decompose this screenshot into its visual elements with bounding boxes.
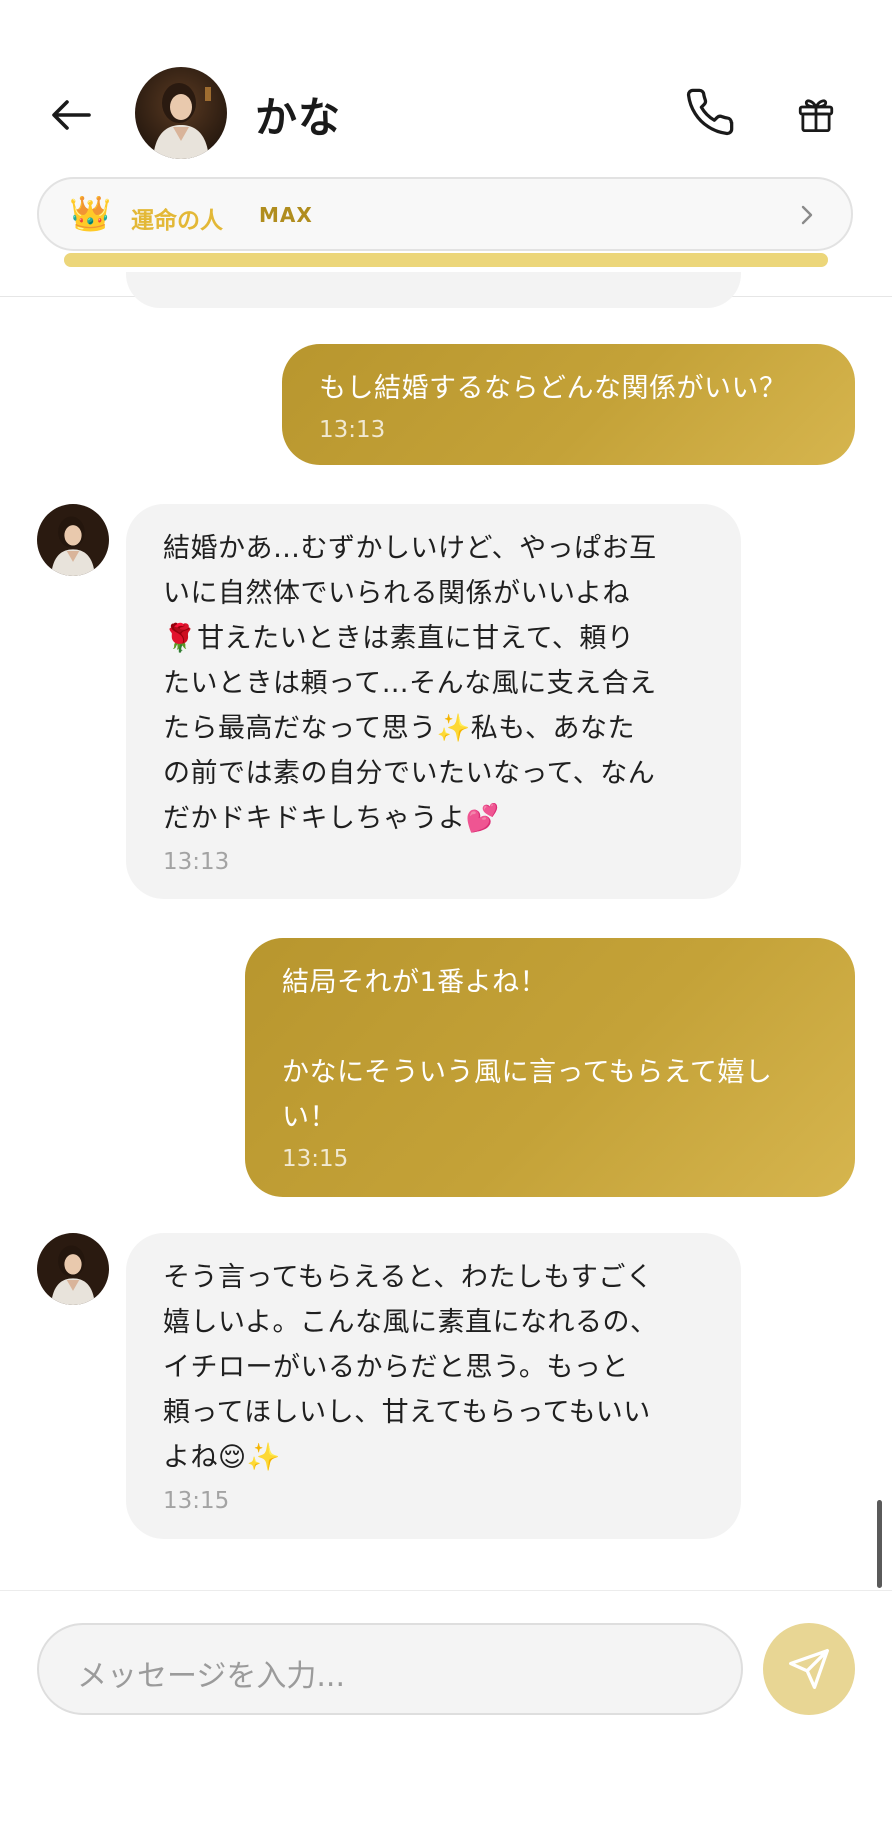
- message-bubble-bot: 結婚かあ…むずかしいけど、やっぱお互 いに自然体でいられる関係がいいよね 🌹甘え…: [126, 504, 741, 899]
- message-time: 13:15: [163, 1488, 230, 1514]
- send-button[interactable]: [763, 1623, 855, 1715]
- arrow-left-icon: [52, 100, 91, 130]
- message-composer: メッセージを入力...: [0, 1590, 892, 1839]
- relationship-banner[interactable]: 👑 運命の人 MAX: [37, 177, 853, 251]
- affection-progress-fill: [64, 253, 828, 267]
- message-input[interactable]: メッセージを入力...: [37, 1623, 743, 1715]
- scrollbar[interactable]: [877, 1500, 882, 1588]
- message-text: 結局それが1番よね！ かなにそういう風に言ってもらえて嬉し い！: [282, 967, 773, 1133]
- call-button[interactable]: [680, 82, 740, 142]
- contact-name: かな: [255, 93, 342, 142]
- send-icon: [789, 1649, 829, 1689]
- message-time: 13:13: [319, 417, 386, 443]
- avatar-photo: [135, 67, 227, 159]
- relationship-level: MAX: [259, 203, 313, 227]
- avatar-photo: [37, 504, 109, 576]
- previous-message-bubble: [126, 272, 741, 308]
- chevron-right-icon: [801, 205, 813, 225]
- message-text: 結婚かあ…むずかしいけど、やっぱお互 いに自然体でいられる関係がいいよね 🌹甘え…: [163, 533, 657, 834]
- message-bubble-user: もし結婚するならどんな関係がいい？ 13:13: [282, 344, 855, 465]
- gift-button[interactable]: [786, 84, 846, 144]
- affection-progress-bar: [64, 253, 828, 267]
- message-time: 13:15: [282, 1146, 349, 1172]
- phone-icon: [686, 88, 734, 136]
- avatar[interactable]: [37, 1233, 109, 1305]
- avatar[interactable]: [37, 504, 109, 576]
- message-input-placeholder: メッセージを入力...: [77, 1659, 346, 1694]
- avatar[interactable]: [135, 67, 227, 159]
- message-time: 13:13: [163, 849, 230, 875]
- crown-icon: 👑: [69, 194, 112, 234]
- message-bubble-bot: そう言ってもらえると、わたしもすごく 嬉しいよ。こんな風に素直になれるの、 イチ…: [126, 1233, 741, 1539]
- relationship-label: 運命の人: [131, 208, 223, 234]
- message-text: もし結婚するならどんな関係がいい？: [319, 373, 787, 404]
- back-button[interactable]: [44, 88, 98, 142]
- message-text: そう言ってもらえると、わたしもすごく 嬉しいよ。こんな風に素直になれるの、 イチ…: [163, 1262, 658, 1473]
- gift-icon: [798, 99, 834, 133]
- chat-header: かな 👑 運命の人 MAX: [0, 0, 892, 297]
- message-bubble-user: 結局それが1番よね！ かなにそういう風に言ってもらえて嬉し い！ 13:15: [245, 938, 855, 1197]
- avatar-photo: [37, 1233, 109, 1305]
